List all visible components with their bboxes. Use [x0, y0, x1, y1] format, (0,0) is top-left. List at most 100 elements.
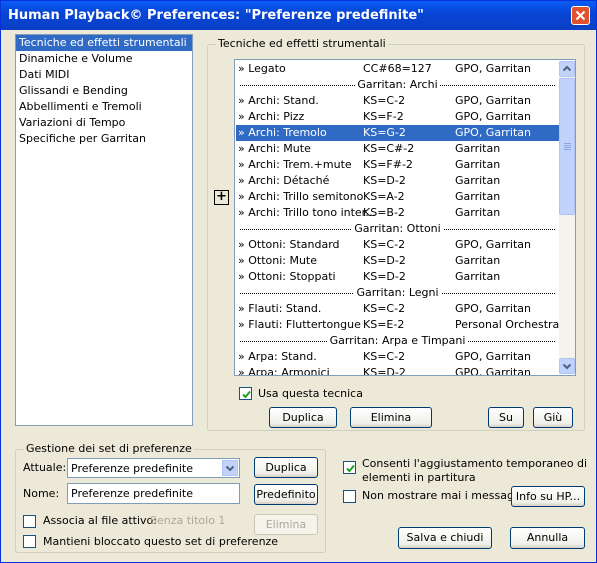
technique-library: GPO, Garritan: [455, 366, 532, 376]
arrow-up-icon: [562, 65, 572, 72]
technique-row[interactable]: » Legato CC#68=127 GPO, Garritan: [236, 61, 559, 77]
checkmark-icon: [242, 390, 251, 399]
technique-row[interactable]: » Flauti: Stand. KS=C-2 GPO, Garritan: [236, 301, 559, 317]
technique-name: » Archi: Pizz: [238, 110, 305, 123]
default-set-button[interactable]: Predefinito: [254, 484, 318, 505]
window-title: Human Playback© Preferences: "Preferenze…: [8, 8, 424, 23]
technique-library: Garritan: [455, 206, 501, 219]
duplicate-technique-button[interactable]: Duplica: [269, 407, 337, 428]
technique-list[interactable]: » Legato CC#68=127 GPO, Garritan Garritan: …: [234, 59, 576, 376]
technique-library: Garritan: [455, 174, 501, 187]
category-item[interactable]: Dinamiche e Volume: [16, 51, 192, 67]
scroll-down-button[interactable]: [559, 358, 575, 374]
current-set-dropdown[interactable]: Preferenze predefinite: [67, 458, 240, 478]
technique-row[interactable]: » Archi: Stand. KS=C-2 GPO, Garritan: [236, 93, 559, 109]
technique-row[interactable]: » Flauti: Fluttertongue KS=E-2 Personal Or…: [236, 317, 559, 333]
add-technique-button[interactable]: +: [214, 190, 229, 205]
technique-list-scrollbar[interactable]: [559, 61, 575, 374]
technique-library: GPO, Garritan: [455, 238, 532, 251]
technique-row[interactable]: » Arpa: Stand. KS=C-2 GPO, Garritan: [236, 349, 559, 365]
arrow-down-icon: [562, 363, 572, 370]
separator-label: Garritan: Arpa e Timpani: [327, 334, 468, 347]
set-name-field[interactable]: Preferenze predefinite: [67, 483, 240, 504]
close-button[interactable]: [571, 6, 590, 25]
keep-locked-label: Mantieni bloccato questo set di preferen…: [43, 535, 279, 548]
close-icon: [575, 10, 586, 21]
technique-name: » Ottoni: Stoppati: [238, 270, 336, 283]
technique-code: KS=A-2: [363, 190, 405, 203]
scroll-up-button[interactable]: [559, 61, 575, 77]
technique-code: KS=D-2: [363, 174, 406, 187]
delete-set-button[interactable]: Elimina: [254, 514, 318, 535]
scroll-thumb[interactable]: [559, 78, 575, 215]
technique-library: Garritan: [455, 254, 501, 267]
technique-library: GPO, Garritan: [455, 94, 532, 107]
chevron-down-icon: [225, 465, 235, 472]
associate-file-name: Senza titolo 1: [150, 514, 226, 527]
technique-row[interactable]: » Archi: Trem.+mute KS=F#-2 Garritan: [236, 157, 559, 173]
technique-code: KS=D-2: [363, 254, 406, 267]
technique-row[interactable]: » Ottoni: Stoppati KS=D-2 Garritan: [236, 269, 559, 285]
technique-name: » Flauti: Fluttertongue: [238, 318, 361, 331]
technique-separator[interactable]: Garritan: Archi: [236, 77, 559, 93]
save-close-button[interactable]: Salva e chiudi: [398, 527, 492, 549]
category-item[interactable]: Dati MIDI: [16, 67, 192, 83]
category-item[interactable]: Glissandi e Bending: [16, 83, 192, 99]
technique-library: GPO, Garritan: [455, 62, 532, 75]
technique-name: » Arpa: Armonici: [238, 366, 330, 376]
category-item[interactable]: Variazioni di Tempo: [16, 115, 192, 131]
technique-row[interactable]: » Ottoni: Standard KS=C-2 GPO, Garritan: [236, 237, 559, 253]
move-down-button[interactable]: Giù: [533, 407, 573, 428]
duplicate-set-button[interactable]: Duplica: [254, 457, 318, 478]
technique-row[interactable]: » Archi: Trillo tono inter... KS=B-2 Garri…: [236, 205, 559, 221]
category-item[interactable]: Specifiche per Garritan: [16, 131, 192, 147]
technique-separator[interactable]: Garritan: Legni: [236, 285, 559, 301]
category-item[interactable]: Tecniche ed effetti strumentali: [16, 35, 192, 51]
technique-library: GPO, Garritan: [455, 302, 532, 315]
allow-temp-adjust-label-2: elementi in partitura: [362, 471, 476, 484]
never-show-messages-label: Non mostrare mai i messaggi: [362, 489, 524, 502]
technique-row[interactable]: » Archi: Tremolo KS=G-2 GPO, Garritan: [236, 125, 559, 141]
technique-row[interactable]: » Archi: Trillo semitono KS=A-2 Garritan: [236, 189, 559, 205]
separator-label: Garritan: Archi: [355, 78, 440, 91]
technique-row[interactable]: » Archi: Pizz KS=F-2 GPO, Garritan: [236, 109, 559, 125]
category-list[interactable]: Tecniche ed effetti strumentali Dinamiche…: [15, 34, 193, 426]
separator-label: Garritan: Ottoni: [352, 222, 443, 235]
technique-code: KS=E-2: [363, 318, 405, 331]
separator-label: Garritan: Legni: [354, 286, 441, 299]
technique-row[interactable]: » Arpa: Armonici KS=D-2 GPO, Garritan: [236, 365, 559, 376]
checkmark-icon: [346, 464, 355, 473]
use-technique-checkbox[interactable]: [239, 387, 252, 400]
technique-code: KS=D-2: [363, 270, 406, 283]
technique-library: GPO, Garritan: [455, 110, 532, 123]
technique-library: Personal Orchestra: [455, 318, 560, 331]
technique-separator[interactable]: Garritan: Arpa e Timpani: [236, 333, 559, 349]
technique-separator[interactable]: Garritan: Ottoni: [236, 221, 559, 237]
technique-code: KS=C-2: [363, 350, 406, 363]
technique-row[interactable]: » Ottoni: Mute KS=D-2 Garritan: [236, 253, 559, 269]
technique-row[interactable]: » Archi: Mute KS=C#-2 Garritan: [236, 141, 559, 157]
technique-name: » Ottoni: Standard: [238, 238, 340, 251]
never-show-messages-checkbox[interactable]: [343, 490, 356, 503]
technique-library: Garritan: [455, 158, 501, 171]
category-item[interactable]: Abbellimenti e Tremoli: [16, 99, 192, 115]
dropdown-button[interactable]: [222, 460, 238, 476]
technique-name: » Archi: Mute: [238, 142, 311, 155]
title-bar: Human Playback© Preferences: "Preferenze…: [1, 1, 596, 30]
keep-locked-checkbox[interactable]: [23, 535, 36, 548]
cancel-button[interactable]: Annulla: [510, 527, 585, 549]
technique-name: » Arpa: Stand.: [238, 350, 317, 363]
use-technique-label: Usa questa tecnica: [258, 387, 363, 400]
technique-name: » Archi: Trillo tono inter...: [238, 206, 376, 219]
technique-code: KS=C-2: [363, 302, 406, 315]
technique-code: KS=G-2: [363, 126, 406, 139]
move-up-button[interactable]: Su: [488, 407, 524, 428]
technique-library: Garritan: [455, 270, 501, 283]
info-hp-button[interactable]: Info su HP...: [511, 486, 585, 507]
technique-code: KS=F#-2: [363, 158, 413, 171]
associate-file-checkbox[interactable]: [23, 515, 36, 528]
technique-row[interactable]: » Archi: Détaché KS=D-2 Garritan: [236, 173, 559, 189]
techniques-group-title: Tecniche ed effetti strumentali: [216, 37, 388, 50]
allow-temp-adjust-checkbox[interactable]: [343, 461, 356, 474]
delete-technique-button[interactable]: Elimina: [350, 407, 432, 428]
